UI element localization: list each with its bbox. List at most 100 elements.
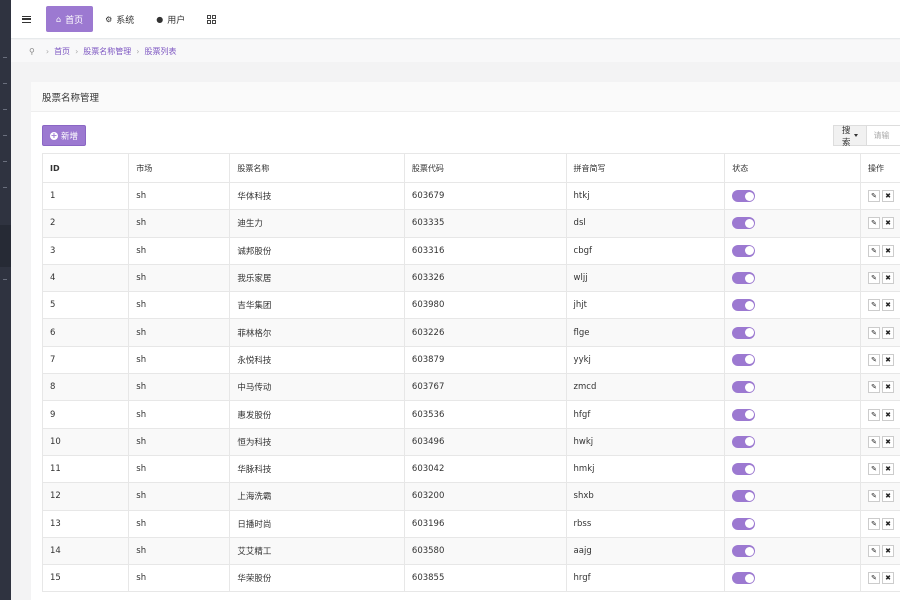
edit-icon[interactable]: ✎ bbox=[868, 353, 881, 366]
edit-icon[interactable]: ✎ bbox=[868, 381, 881, 394]
status-toggle[interactable] bbox=[732, 217, 756, 230]
edit-icon[interactable]: ✎ bbox=[868, 190, 881, 203]
edit-icon[interactable]: ✎ bbox=[868, 572, 881, 585]
status-toggle[interactable] bbox=[732, 545, 756, 557]
cell-stock-name: 艾艾精工 bbox=[229, 536, 405, 566]
delete-icon[interactable]: ✖ bbox=[882, 326, 895, 339]
table-row: 10 sh 恒为科技 603496 hwkj ✎ ✖ bbox=[41, 427, 900, 456]
edit-icon[interactable]: ✎ bbox=[868, 463, 881, 476]
cell-status bbox=[724, 536, 862, 566]
sidebar-tick[interactable] bbox=[3, 161, 7, 162]
status-toggle[interactable] bbox=[732, 190, 756, 203]
nav-system[interactable]: ⚙ 系统 bbox=[95, 6, 144, 32]
delete-icon[interactable]: ✖ bbox=[882, 463, 895, 476]
delete-icon[interactable]: ✖ bbox=[882, 435, 895, 448]
edit-icon[interactable]: ✎ bbox=[868, 435, 881, 448]
sidebar-tick[interactable] bbox=[3, 187, 7, 188]
sidebar-active-item[interactable] bbox=[0, 225, 11, 267]
status-toggle[interactable] bbox=[732, 326, 756, 339]
cell-status bbox=[724, 345, 862, 375]
status-toggle[interactable] bbox=[732, 381, 756, 394]
search-input[interactable] bbox=[866, 125, 900, 146]
breadcrumb-stock-name-mgmt[interactable]: 股票名称管理 bbox=[83, 46, 131, 57]
table-row: 1 sh 华体科技 603679 htkj ✎ ✖ bbox=[41, 181, 900, 211]
table-row: 12 sh 上海洗霸 603200 shxb ✎ ✖ bbox=[41, 482, 900, 511]
menu-toggle-icon[interactable] bbox=[11, 0, 41, 39]
cell-stock-code: 603879 bbox=[403, 345, 567, 375]
cell-market: sh bbox=[128, 536, 231, 566]
edit-icon[interactable]: ✎ bbox=[868, 299, 881, 312]
delete-icon[interactable]: ✖ bbox=[882, 244, 895, 257]
delete-icon[interactable]: ✖ bbox=[882, 190, 895, 203]
col-market[interactable]: 市场 bbox=[128, 153, 231, 183]
edit-icon[interactable]: ✎ bbox=[868, 217, 881, 230]
delete-icon[interactable]: ✖ bbox=[882, 353, 895, 366]
col-pinyin[interactable]: 拼音简写 bbox=[565, 153, 726, 183]
col-status[interactable]: 状态 bbox=[724, 153, 862, 183]
status-toggle[interactable] bbox=[732, 490, 756, 503]
status-toggle[interactable] bbox=[732, 353, 756, 366]
col-id[interactable]: ID bbox=[41, 153, 130, 183]
cell-market: sh bbox=[128, 564, 231, 593]
delete-icon[interactable]: ✖ bbox=[882, 517, 895, 530]
sidebar-tick[interactable] bbox=[3, 135, 7, 136]
sidebar-tick[interactable] bbox=[3, 109, 7, 110]
cell-id: 7 bbox=[41, 345, 130, 375]
status-toggle[interactable] bbox=[732, 463, 756, 476]
cell-stock-code: 603536 bbox=[403, 400, 567, 429]
cell-id: 12 bbox=[41, 482, 130, 511]
status-toggle[interactable] bbox=[732, 272, 756, 285]
edit-icon[interactable]: ✎ bbox=[868, 244, 881, 257]
edit-icon[interactable]: ✎ bbox=[868, 326, 881, 339]
status-toggle[interactable] bbox=[732, 299, 756, 312]
cell-pinyin: wljj bbox=[565, 263, 726, 293]
edit-icon[interactable]: ✎ bbox=[868, 545, 881, 557]
cell-stock-code: 603496 bbox=[403, 427, 567, 456]
delete-icon[interactable]: ✖ bbox=[882, 381, 895, 394]
cell-stock-code: 603980 bbox=[403, 291, 567, 320]
cell-pinyin: dsl bbox=[565, 209, 726, 238]
cell-stock-code: 603042 bbox=[403, 454, 567, 484]
edit-icon[interactable]: ✎ bbox=[868, 408, 881, 421]
grid-icon[interactable] bbox=[197, 0, 225, 39]
col-stock-code[interactable]: 股票代码 bbox=[403, 153, 567, 183]
cell-pinyin: yykj bbox=[565, 345, 726, 375]
cell-market: sh bbox=[128, 236, 231, 265]
nav-user[interactable]: ● 用户 bbox=[146, 6, 195, 32]
col-stock-name[interactable]: 股票名称 bbox=[229, 153, 405, 183]
status-toggle[interactable] bbox=[732, 435, 756, 448]
cell-market: sh bbox=[128, 209, 231, 238]
sidebar-tick[interactable] bbox=[3, 57, 7, 58]
delete-icon[interactable]: ✖ bbox=[882, 272, 895, 285]
delete-icon[interactable]: ✖ bbox=[882, 572, 895, 585]
status-toggle[interactable] bbox=[732, 244, 756, 257]
status-toggle[interactable] bbox=[732, 408, 756, 421]
delete-icon[interactable]: ✖ bbox=[882, 545, 895, 557]
cell-stock-code: 603580 bbox=[403, 536, 567, 566]
cell-id: 11 bbox=[41, 454, 130, 484]
breadcrumb-stock-list[interactable]: 股票列表 bbox=[144, 46, 176, 57]
delete-icon[interactable]: ✖ bbox=[882, 217, 895, 230]
edit-icon[interactable]: ✎ bbox=[868, 517, 881, 530]
cell-status bbox=[724, 181, 862, 211]
cell-stock-code: 603767 bbox=[403, 373, 567, 402]
cell-status bbox=[724, 209, 862, 238]
edit-icon[interactable]: ✎ bbox=[868, 272, 881, 285]
status-toggle[interactable] bbox=[732, 517, 756, 530]
cell-actions: ✎ ✖ bbox=[860, 482, 900, 511]
delete-icon[interactable]: ✖ bbox=[882, 299, 895, 312]
delete-icon[interactable]: ✖ bbox=[882, 408, 895, 421]
nav-home[interactable]: ⌂ 首页 bbox=[46, 6, 94, 32]
breadcrumb-home[interactable]: 首页 bbox=[54, 46, 70, 57]
cell-pinyin: hrgf bbox=[565, 564, 726, 593]
search-dropdown-button[interactable]: 搜索 bbox=[833, 125, 867, 148]
sidebar-tick[interactable] bbox=[3, 279, 7, 280]
sidebar-tick[interactable] bbox=[3, 83, 7, 84]
add-button[interactable]: + 新增 bbox=[42, 125, 87, 146]
status-toggle[interactable] bbox=[732, 572, 756, 585]
cell-stock-code: 603226 bbox=[403, 318, 567, 347]
table-row: 9 sh 惠发股份 603536 hfgf ✎ ✖ bbox=[41, 400, 900, 429]
delete-icon[interactable]: ✖ bbox=[882, 490, 895, 503]
cell-stock-name: 吉华集团 bbox=[229, 291, 405, 320]
edit-icon[interactable]: ✎ bbox=[868, 490, 881, 503]
